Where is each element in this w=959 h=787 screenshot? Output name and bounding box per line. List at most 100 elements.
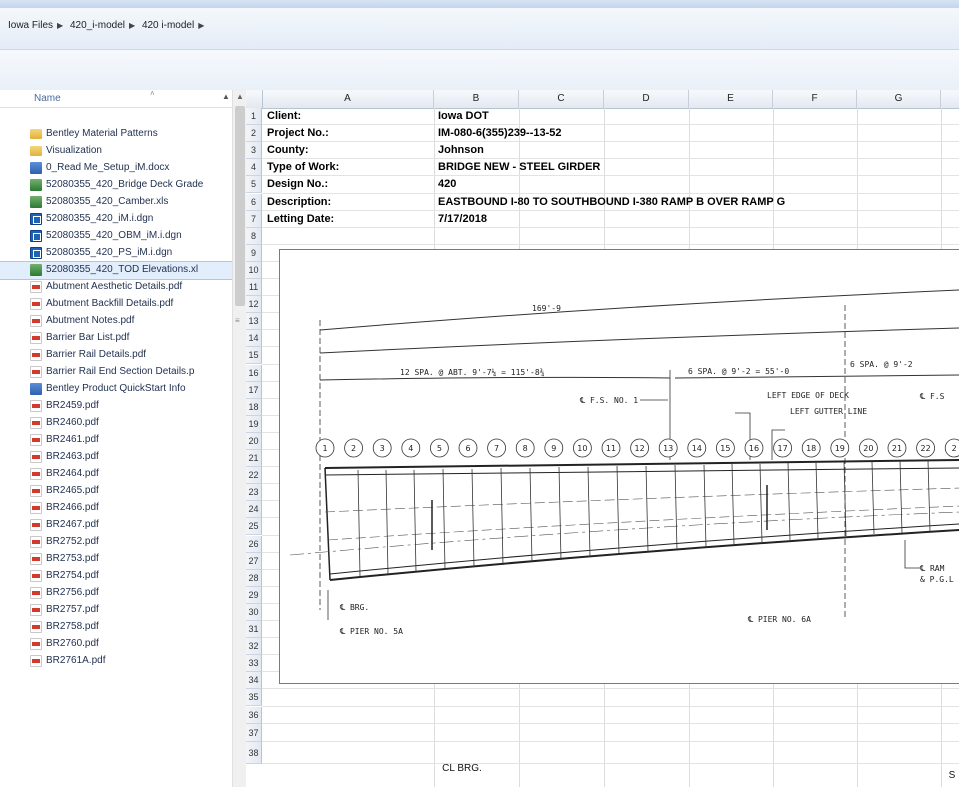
file-list-item[interactable]: BR2758.pdf	[0, 619, 232, 636]
file-list-item[interactable]: 52080355_420_OBM_iM.i.dgn	[0, 228, 232, 245]
file-list-item[interactable]: BR2464.pdf	[0, 466, 232, 483]
row-header[interactable]: 7	[246, 210, 262, 228]
file-list-item[interactable]: 52080355_420_PS_iM.i.dgn	[0, 245, 232, 262]
info-label-cell[interactable]: Project No.:	[267, 127, 329, 139]
file-list-item[interactable]: Barrier Rail Details.pdf	[0, 347, 232, 364]
file-list-item[interactable]: Visualization	[0, 143, 232, 160]
file-list-item[interactable]: BR2761A.pdf	[0, 653, 232, 670]
row-header[interactable]: 5	[246, 176, 262, 194]
file-list-item[interactable]: BR2461.pdf	[0, 432, 232, 449]
file-list-item[interactable]: BR2756.pdf	[0, 585, 232, 602]
file-list-item[interactable]: Abutment Backfill Details.pdf	[0, 296, 232, 313]
chevron-right-icon[interactable]: ▶	[57, 21, 63, 30]
row-header[interactable]: 11	[246, 279, 262, 297]
row-header[interactable]: 1	[246, 108, 262, 126]
row-header[interactable]: 17	[246, 381, 262, 399]
column-header-name[interactable]: Name ˄ ▲	[0, 90, 232, 108]
row-header[interactable]: 35	[246, 689, 262, 707]
file-list-item[interactable]: 0_Read Me_Setup_iM.docx	[0, 160, 232, 177]
row-header[interactable]: 38	[246, 741, 262, 764]
column-header-g[interactable]: G	[857, 90, 941, 108]
info-label-cell[interactable]: County:	[267, 144, 309, 156]
breadcrumb-item-420-i-model[interactable]: 420 i-model	[142, 20, 194, 31]
info-label-cell[interactable]: Client:	[267, 110, 301, 122]
file-list-item[interactable]: Barrier Bar List.pdf	[0, 330, 232, 347]
info-value-cell[interactable]: Iowa DOT	[438, 110, 489, 122]
row-header[interactable]: 36	[246, 706, 262, 724]
column-header-a[interactable]: A	[262, 90, 434, 108]
file-list-item[interactable]: Abutment Aesthetic Details.pdf	[0, 279, 232, 296]
info-value-cell[interactable]: IM-080-6(355)239--13-52	[438, 127, 562, 139]
column-header-f[interactable]: F	[773, 90, 857, 108]
info-label-cell[interactable]: Design No.:	[267, 178, 328, 190]
info-label-cell[interactable]: Description:	[267, 196, 331, 208]
file-list-item[interactable]: BR2760.pdf	[0, 636, 232, 653]
row-header[interactable]: 9	[246, 244, 262, 262]
file-list-item[interactable]: BR2463.pdf	[0, 449, 232, 466]
row-header[interactable]: 12	[246, 296, 262, 314]
row-header[interactable]: 2	[246, 125, 262, 143]
row-header[interactable]: 31	[246, 621, 262, 639]
row-header[interactable]: 33	[246, 655, 262, 673]
file-list-item[interactable]: BR2752.pdf	[0, 534, 232, 551]
column-header-d[interactable]: D	[604, 90, 689, 108]
file-list-item[interactable]: 52080355_420_iM.i.dgn	[0, 211, 232, 228]
info-label-cell[interactable]: Letting Date:	[267, 213, 334, 225]
info-value-cell[interactable]: EASTBOUND I-80 TO SOUTHBOUND I-380 RAMP …	[438, 196, 785, 208]
file-list-item[interactable]: BR2466.pdf	[0, 500, 232, 517]
row-header[interactable]: 14	[246, 330, 262, 348]
row-header[interactable]: 37	[246, 723, 262, 742]
row-header[interactable]: 20	[246, 432, 262, 450]
column-header-e[interactable]: E	[689, 90, 773, 108]
row-header[interactable]: 22	[246, 467, 262, 485]
embedded-drawing[interactable]: 1 2 3 4 5 6 7 8 9 10 11 12 13 14 15 16 17 18 19 20 21 22 2 169…	[279, 249, 959, 684]
row-header[interactable]: 24	[246, 501, 262, 519]
row-header[interactable]: 23	[246, 484, 262, 502]
file-list-item[interactable]: 52080355_420_Camber.xls	[0, 194, 232, 211]
file-list-item[interactable]: BR2465.pdf	[0, 483, 232, 500]
file-list-item[interactable]: BR2753.pdf	[0, 551, 232, 568]
select-all-corner[interactable]	[246, 90, 263, 108]
row-header[interactable]: 32	[246, 638, 262, 656]
row-header[interactable]: 10	[246, 261, 262, 279]
row-header[interactable]: 28	[246, 569, 262, 587]
info-value-cell[interactable]: 420	[438, 178, 456, 190]
file-list-item[interactable]: BR2459.pdf	[0, 398, 232, 415]
row-header[interactable]: 26	[246, 535, 262, 553]
row-header[interactable]: 4	[246, 159, 262, 177]
file-list-item[interactable]: BR2754.pdf	[0, 568, 232, 585]
breadcrumb-item-420-model[interactable]: 420_i-model	[70, 20, 125, 31]
file-list-item[interactable]: 52080355_420_Bridge Deck Grade	[0, 177, 232, 194]
row-header[interactable]: 19	[246, 415, 262, 433]
chevron-up-icon[interactable]: ▲	[222, 92, 230, 101]
chevron-right-icon[interactable]: ▶	[198, 21, 204, 30]
row-header[interactable]: 16	[246, 364, 262, 382]
row-header[interactable]: 13	[246, 313, 262, 331]
column-header-b[interactable]: B	[434, 90, 519, 108]
file-list-item[interactable]: BR2757.pdf	[0, 602, 232, 619]
row-header[interactable]: 8	[246, 227, 262, 245]
breadcrumb-item-iowa-files[interactable]: Iowa Files	[8, 20, 53, 31]
column-header-c[interactable]: C	[519, 90, 604, 108]
chevron-right-icon[interactable]: ▶	[129, 21, 135, 30]
row-header[interactable]: 18	[246, 398, 262, 416]
row-header[interactable]: 3	[246, 142, 262, 160]
info-value-cell[interactable]: Johnson	[438, 144, 484, 156]
row-header[interactable]: 25	[246, 518, 262, 536]
row-header[interactable]: 6	[246, 193, 262, 211]
file-list-item[interactable]: Bentley Product QuickStart Info	[0, 381, 232, 398]
row-header[interactable]: 30	[246, 603, 262, 621]
file-list-item[interactable]: BR2467.pdf	[0, 517, 232, 534]
info-value-cell[interactable]: BRIDGE NEW - STEEL GIRDER	[438, 161, 600, 173]
info-value-cell[interactable]: 7/17/2018	[438, 213, 487, 225]
file-list-item[interactable]: 52080355_420_TOD Elevations.xl	[0, 261, 233, 280]
file-list-item[interactable]: BR2460.pdf	[0, 415, 232, 432]
vertical-scrollbar[interactable]: ▲ ≡	[232, 90, 246, 787]
scrollbar-thumb[interactable]	[235, 106, 245, 306]
row-header[interactable]: 21	[246, 450, 262, 468]
cell-b39[interactable]: CL BRG.	[434, 763, 490, 774]
file-list-item[interactable]: Barrier Rail End Section Details.p	[0, 364, 232, 381]
file-list-item[interactable]: Bentley Material Patterns	[0, 126, 232, 143]
row-header[interactable]: 15	[246, 347, 262, 365]
cell-right-partial[interactable]: S	[947, 770, 957, 781]
